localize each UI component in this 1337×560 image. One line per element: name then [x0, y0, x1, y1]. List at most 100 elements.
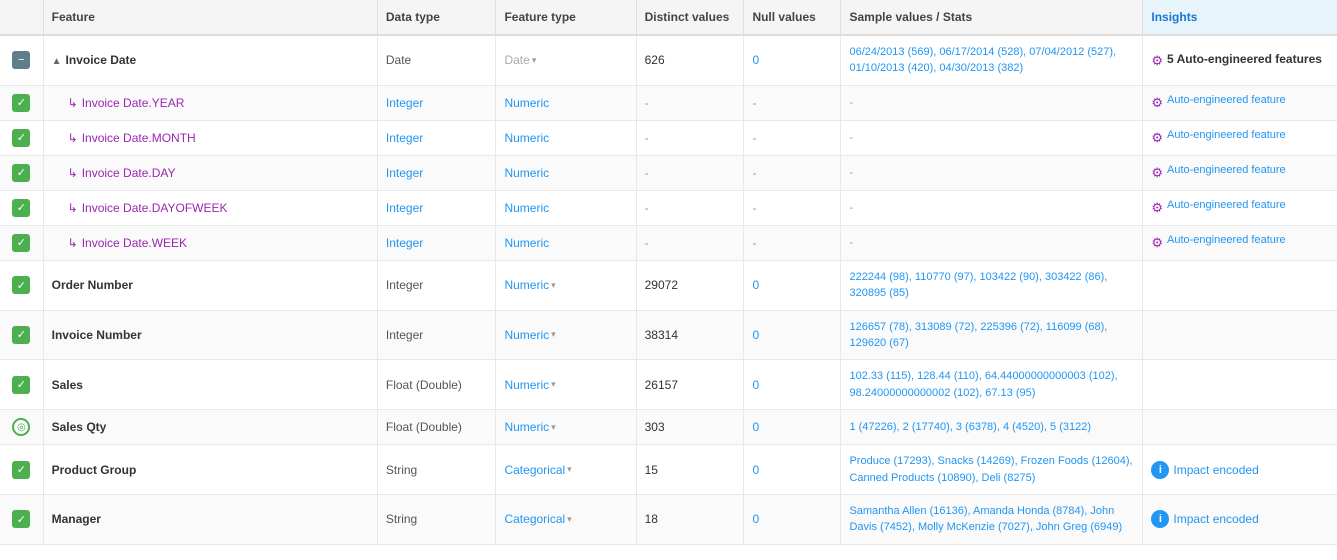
checkbox-cell[interactable]: −	[0, 35, 43, 85]
sample-values-cell: 1 (47226), 2 (17740), 3 (6378), 4 (4520)…	[841, 410, 1143, 445]
null-values-cell: -	[744, 225, 841, 260]
checkbox-cell[interactable]: ◎	[0, 410, 43, 445]
checkbox-cell[interactable]: ✓	[0, 310, 43, 360]
insights-cell: ⚙ Auto-engineered feature	[1143, 225, 1337, 260]
sub-arrow: ↳	[68, 201, 78, 215]
dropdown-arrow: ▾	[532, 55, 537, 66]
null-value: -	[752, 201, 756, 215]
data-type-cell: Integer	[377, 85, 496, 120]
data-type-cell: Integer	[377, 260, 496, 310]
feature-type-dropdown[interactable]: Numeric▾	[504, 328, 555, 342]
table-row: ✓↳Invoice Date.DAYIntegerNumeric--- ⚙ Au…	[0, 155, 1337, 190]
distinct-values-cell: -	[636, 120, 744, 155]
sample-value: -	[849, 202, 853, 214]
feature-type-dropdown[interactable]: Date▾	[504, 53, 536, 67]
feature-name: Manager	[52, 512, 101, 526]
feature-cell: Sales	[43, 360, 377, 410]
table-row: ✓Order NumberIntegerNumeric▾290720222244…	[0, 260, 1337, 310]
column-header-distinct: Distinct values	[636, 0, 744, 35]
checkbox-checked[interactable]: ✓	[12, 276, 30, 294]
null-value: 0	[752, 463, 759, 477]
feature-type-value: Categorical	[504, 463, 565, 477]
checkbox-cell[interactable]: ✓	[0, 155, 43, 190]
dropdown-arrow: ▾	[551, 329, 556, 340]
data-type-value: Integer	[386, 131, 423, 145]
feature-type-dropdown[interactable]: Numeric▾	[504, 378, 555, 392]
distinct-value: 18	[645, 512, 658, 526]
distinct-value: 26157	[645, 378, 678, 392]
insights-auto-sub-text: Auto-engineered feature	[1167, 129, 1286, 141]
distinct-values-cell: -	[636, 155, 744, 190]
checkbox-checked[interactable]: ✓	[12, 510, 30, 528]
feature-type-dropdown[interactable]: Numeric▾	[504, 420, 555, 434]
distinct-value: 29072	[645, 278, 678, 292]
checkbox-checked[interactable]: ✓	[12, 199, 30, 217]
auto-engineered-icon: ⚙	[1151, 53, 1163, 69]
checkbox-checked[interactable]: ✓	[12, 376, 30, 394]
sample-values-cell: Produce (17293), Snacks (14269), Frozen …	[841, 445, 1143, 495]
distinct-value: -	[645, 236, 649, 250]
null-value: 0	[752, 278, 759, 292]
feature-type-cell: Numeric▾	[496, 310, 636, 360]
data-type-value: Integer	[386, 166, 423, 180]
feature-type-value: Numeric	[504, 378, 549, 392]
feature-type-dropdown[interactable]: Categorical▾	[504, 463, 571, 477]
insights-auto-main-text: 5 Auto-engineered features	[1167, 52, 1322, 66]
data-type-value: Float (Double)	[386, 420, 462, 434]
table-row: ✓Product GroupStringCategorical▾150Produ…	[0, 445, 1337, 495]
checkbox-cell[interactable]: ✓	[0, 360, 43, 410]
feature-cell: ↳Invoice Date.YEAR	[43, 85, 377, 120]
checkbox-checked[interactable]: ✓	[12, 129, 30, 147]
checkbox-cell[interactable]: ✓	[0, 445, 43, 495]
distinct-value: -	[645, 201, 649, 215]
checkbox-cell[interactable]: ✓	[0, 494, 43, 544]
data-type-value: Integer	[386, 236, 423, 250]
checkbox-checked[interactable]: ✓	[12, 326, 30, 344]
feature-type-dropdown[interactable]: Numeric▾	[504, 278, 555, 292]
insights-auto-sub: ⚙ Auto-engineered feature	[1151, 234, 1329, 251]
table-row: ✓SalesFloat (Double)Numeric▾261570102.33…	[0, 360, 1337, 410]
column-header-datatype: Data type	[377, 0, 496, 35]
table-row: ✓Invoice NumberIntegerNumeric▾3831401266…	[0, 310, 1337, 360]
feature-type-dropdown[interactable]: Categorical▾	[504, 512, 571, 526]
insights-cell	[1143, 360, 1337, 410]
column-header-insights: Insights	[1143, 0, 1337, 35]
feature-name: Sales Qty	[52, 420, 107, 434]
null-values-cell: 0	[744, 410, 841, 445]
checkbox-checked[interactable]: ✓	[12, 164, 30, 182]
checkbox-minus[interactable]: −	[12, 51, 30, 69]
sample-values-cell: -	[841, 190, 1143, 225]
checkbox-cell[interactable]: ✓	[0, 225, 43, 260]
feature-name: Invoice Date	[66, 53, 137, 67]
checkbox-checked[interactable]: ✓	[12, 94, 30, 112]
collapse-arrow[interactable]: ▲	[52, 56, 62, 67]
insights-cell: ⚙ Auto-engineered feature	[1143, 155, 1337, 190]
insights-auto-sub-text: Auto-engineered feature	[1167, 234, 1286, 246]
distinct-values-cell: -	[636, 190, 744, 225]
dropdown-arrow: ▾	[567, 514, 572, 525]
insights-cell: ⚙ Auto-engineered feature	[1143, 190, 1337, 225]
checkbox-checked[interactable]: ✓	[12, 234, 30, 252]
dropdown-arrow: ▾	[567, 464, 572, 475]
distinct-value: 15	[645, 463, 658, 477]
feature-type-cell: Numeric	[496, 120, 636, 155]
feature-type-value: Categorical	[504, 512, 565, 526]
checkbox-cell[interactable]: ✓	[0, 190, 43, 225]
checkbox-cell[interactable]: ✓	[0, 260, 43, 310]
checkbox-cell[interactable]: ✓	[0, 85, 43, 120]
feature-type-value: Numeric	[504, 96, 549, 110]
checkbox-target[interactable]: ◎	[12, 418, 30, 436]
feature-cell: ↳Invoice Date.DAYOFWEEK	[43, 190, 377, 225]
distinct-values-cell: 15	[636, 445, 744, 495]
null-value: 0	[752, 420, 759, 434]
insights-cell: ⚙ Auto-engineered feature	[1143, 85, 1337, 120]
sample-values-cell: -	[841, 120, 1143, 155]
distinct-values-cell: 18	[636, 494, 744, 544]
dropdown-arrow: ▾	[551, 422, 556, 433]
feature-type-cell: Numeric▾	[496, 410, 636, 445]
auto-sub-icon: ⚙	[1151, 95, 1163, 111]
checkbox-cell[interactable]: ✓	[0, 120, 43, 155]
feature-type-cell: Categorical▾	[496, 445, 636, 495]
column-header-null: Null values	[744, 0, 841, 35]
checkbox-checked[interactable]: ✓	[12, 461, 30, 479]
